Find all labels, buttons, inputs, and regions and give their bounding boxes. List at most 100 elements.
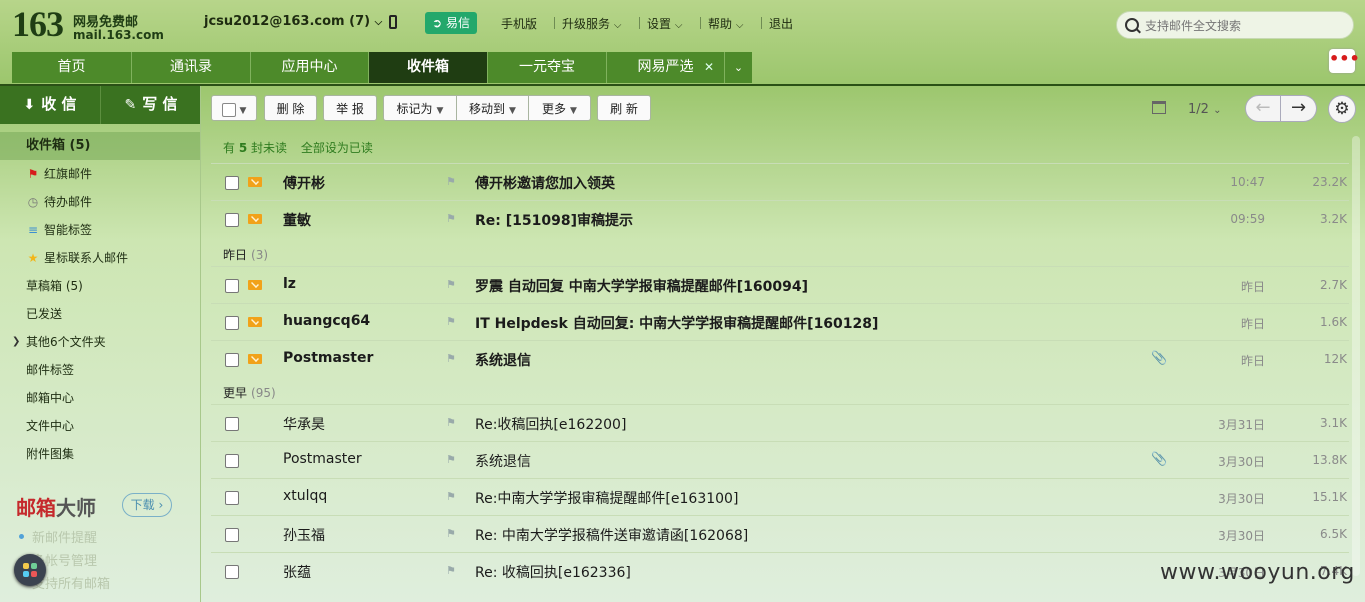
tab-home[interactable]: 首页: [12, 52, 132, 83]
mark-all-read-link[interactable]: 全部设为已读: [301, 141, 373, 155]
sidebar-item-inbox[interactable]: 收件箱 (5): [0, 132, 200, 160]
mark-as-dropdown[interactable]: 标记为 ▼: [383, 95, 457, 121]
mail-row[interactable]: huangcq64 ⚑ IT Helpdesk 自动回复: 中南大学学报审稿提醒…: [211, 303, 1349, 340]
tab-contacts[interactable]: 通讯录: [132, 52, 251, 83]
clock-icon: ◷: [27, 195, 39, 209]
prev-page-button[interactable]: ←: [1245, 95, 1281, 122]
row-checkbox[interactable]: [225, 528, 239, 542]
tab-app-center[interactable]: 应用中心: [251, 52, 369, 83]
envelope-icon: [248, 317, 262, 327]
flag-icon[interactable]: ⚑: [446, 453, 456, 466]
sidebar-item-sent[interactable]: 已发送: [0, 300, 200, 328]
mail-row[interactable]: 傅开彬 ⚑ 傅开彬邀请您加入领英 10:47 23.2K: [211, 163, 1349, 200]
select-all-dropdown[interactable]: ▼: [211, 95, 257, 121]
sidebar-item-star-contacts[interactable]: ★ 星标联系人邮件: [0, 244, 200, 272]
unread-count: 5: [238, 141, 248, 155]
tab-yiyuan[interactable]: 一元夺宝: [488, 52, 607, 83]
chevron-right-icon[interactable]: ❯: [12, 328, 20, 356]
promo-download-button[interactable]: 下载 ›: [122, 493, 172, 517]
search-box: [1116, 11, 1354, 39]
mail-time: 09:59: [1230, 212, 1265, 226]
yixin-button[interactable]: ➲ 易信: [425, 12, 477, 34]
phone-icon[interactable]: [389, 15, 397, 29]
logo-number[interactable]: 163: [12, 4, 64, 44]
mail-row[interactable]: xtulqq ⚑ Re:中南大学学报审稿提醒邮件[e163100] 3月30日 …: [211, 478, 1349, 515]
row-checkbox[interactable]: [225, 316, 239, 330]
sidebar-item-mailbox-center[interactable]: 邮箱中心: [0, 384, 200, 412]
sidebar-item-file-center[interactable]: 文件中心: [0, 412, 200, 440]
move-to-dropdown[interactable]: 移动到 ▼: [457, 95, 529, 121]
paperclip-icon: 📎: [1151, 351, 1168, 366]
flag-icon[interactable]: ⚑: [446, 490, 456, 503]
sidebar-item-label: 邮件标签: [26, 363, 75, 377]
search-input[interactable]: [1143, 16, 1347, 36]
apps-grid-icon[interactable]: [14, 554, 46, 586]
mail-row[interactable]: lz ⚑ 罗震 自动回复 中南大学学报审稿提醒邮件[160094] 昨日 2.7…: [211, 266, 1349, 303]
flag-icon[interactable]: ⚑: [446, 527, 456, 540]
more-dropdown[interactable]: 更多 ▼: [529, 95, 591, 121]
logout-link[interactable]: 退出: [761, 15, 793, 32]
sidebar-item-other-folders[interactable]: ❯ 其他6个文件夹: [0, 328, 200, 356]
account-menu[interactable]: jcsu2012@163.com (7) ⌵: [204, 14, 382, 29]
mail-subject: Re:收稿回执[e162200]: [475, 417, 627, 433]
mail-row[interactable]: Postmaster ⚑ 系统退信 📎 3月30日 13.8K: [211, 441, 1349, 478]
mail-time: 昨日: [1240, 354, 1265, 368]
compose-button[interactable]: ✎ 写 信: [100, 86, 201, 124]
sidebar-item-smart-tags[interactable]: ≡ 智能标签: [0, 216, 200, 244]
flag-icon[interactable]: ⚑: [446, 175, 456, 188]
sidebar-item-todo[interactable]: ◷ 待办邮件: [0, 188, 200, 216]
row-checkbox[interactable]: [225, 279, 239, 293]
mail-size: 1.6K: [1320, 315, 1347, 329]
mail-row[interactable]: 董敏 ⚑ Re: [151098]审稿提示 09:59 3.2K: [211, 200, 1349, 237]
mail-sender: lz: [283, 276, 296, 292]
settings-menu[interactable]: 设置 ⌵: [639, 15, 682, 32]
row-checkbox[interactable]: [225, 454, 239, 468]
page-selector[interactable]: 1/2 ⌄: [1188, 102, 1221, 117]
receive-button[interactable]: ⬇ 收 信: [0, 86, 100, 124]
refresh-button[interactable]: 刷 新: [597, 95, 651, 121]
help-menu[interactable]: 帮助 ⌵: [700, 15, 743, 32]
report-button[interactable]: 举 报: [323, 95, 377, 121]
mark-as-label: 标记为: [396, 102, 433, 116]
flag-icon[interactable]: ⚑: [446, 212, 456, 225]
receive-label: 收 信: [41, 95, 77, 113]
row-checkbox[interactable]: [225, 213, 239, 227]
select-all-checkbox[interactable]: [221, 102, 236, 117]
flag-icon[interactable]: ⚑: [446, 315, 456, 328]
flag-icon[interactable]: ⚑: [446, 352, 456, 365]
flag-icon[interactable]: ⚑: [446, 416, 456, 429]
scrollbar[interactable]: [1352, 136, 1360, 576]
tab-yanxuan[interactable]: 网易严选 ✕: [607, 52, 725, 83]
row-checkbox[interactable]: [225, 176, 239, 190]
row-checkbox[interactable]: [225, 565, 239, 579]
chevron-down-icon[interactable]: ⌄: [725, 52, 752, 83]
flag-icon[interactable]: ⚑: [446, 278, 456, 291]
upgrade-menu[interactable]: 升级服务 ⌵: [554, 15, 621, 32]
close-icon[interactable]: ✕: [704, 52, 714, 83]
sidebar-item-drafts[interactable]: 草稿箱 (5): [0, 272, 200, 300]
sidebar-item-attachments[interactable]: 附件图集: [0, 440, 200, 468]
row-checkbox[interactable]: [225, 417, 239, 431]
mail-row[interactable]: 华承昊 ⚑ Re:收稿回执[e162200] 3月31日 3.1K: [211, 404, 1349, 441]
mail-sender: xtulqq: [283, 488, 328, 504]
mobile-link[interactable]: 手机版: [501, 15, 537, 32]
mail-row[interactable]: Postmaster ⚑ 系统退信 📎 昨日 12K: [211, 340, 1349, 377]
mail-master-promo-title[interactable]: 邮箱大师: [16, 492, 96, 521]
sidebar-item-label: 已发送: [26, 307, 63, 321]
sidebar-item-flagged[interactable]: ⚑ 红旗邮件: [0, 160, 200, 188]
mail-row[interactable]: 孙玉福 ⚑ Re: 中南大学学报稿件送审邀请函[162068] 3月30日 6.…: [211, 515, 1349, 552]
flag-icon[interactable]: ⚑: [446, 564, 456, 577]
upgrade-label: 升级服务: [562, 17, 611, 31]
tab-inbox[interactable]: 收件箱: [369, 52, 488, 83]
delete-button[interactable]: 删 除: [264, 95, 317, 121]
calendar-icon[interactable]: [1152, 101, 1166, 114]
mail-sender: 孙玉福: [283, 528, 325, 544]
row-checkbox[interactable]: [225, 491, 239, 505]
search-icon[interactable]: [1125, 18, 1139, 32]
mail-size: 15.1K: [1312, 490, 1347, 504]
next-page-button[interactable]: →: [1281, 95, 1317, 122]
gear-icon[interactable]: ⚙: [1328, 95, 1356, 123]
sidebar-item-mail-tags[interactable]: 邮件标签: [0, 356, 200, 384]
row-checkbox[interactable]: [225, 353, 239, 367]
sidebar-item-label: 草稿箱 (5): [26, 279, 83, 293]
